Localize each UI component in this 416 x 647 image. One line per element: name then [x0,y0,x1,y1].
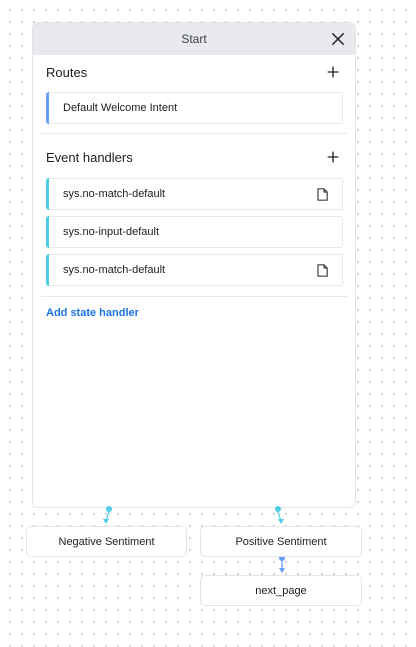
connector-next-page [279,555,285,573]
connector-negative [103,506,112,524]
positive-sentiment-node[interactable]: Positive Sentiment [200,526,362,557]
next-page-node[interactable]: next_page [200,575,362,606]
node-label: Negative Sentiment [58,535,155,548]
connector-positive [275,506,284,524]
node-label: next_page [255,584,307,597]
node-label: Positive Sentiment [235,535,327,548]
negative-sentiment-node[interactable]: Negative Sentiment [26,526,187,557]
